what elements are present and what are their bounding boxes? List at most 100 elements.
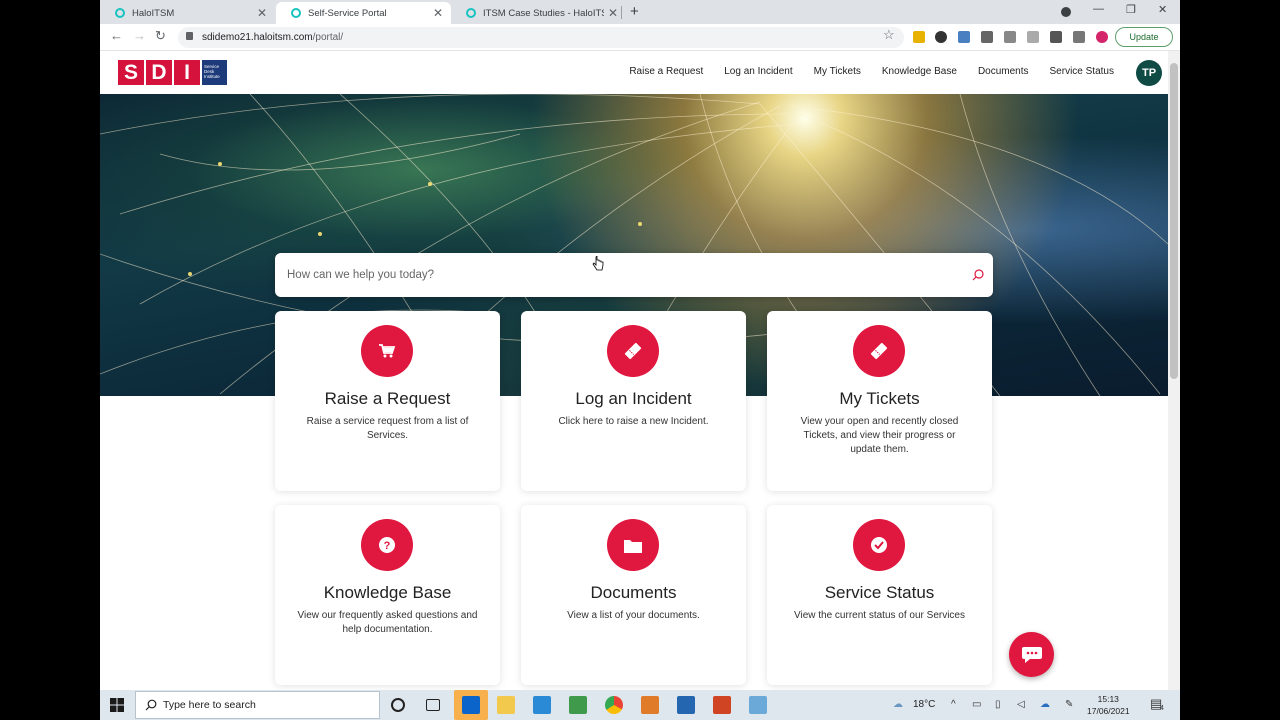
tab-haloitsm[interactable]: HaloITSM ✕ xyxy=(100,2,275,24)
card-description: Raise a service request from a list of S… xyxy=(306,416,469,441)
address-bar[interactable]: sdidemo21.haloitsm.com/portal/ xyxy=(178,27,904,48)
ticket-icon xyxy=(870,342,888,360)
sdi-logo[interactable]: S D I Service Desk Institute xyxy=(118,60,227,85)
card-knowledge-base[interactable]: ? Knowledge Base View our frequently ask… xyxy=(275,505,500,685)
extension-a-icon[interactable] xyxy=(981,31,993,43)
nav-my-tickets[interactable]: My Tickets xyxy=(814,66,861,77)
bookmark-star-icon[interactable]: ☆ xyxy=(883,27,895,43)
teams-icon[interactable] xyxy=(533,696,551,714)
halo-favicon-icon xyxy=(466,8,476,18)
card-title: Service Status xyxy=(824,583,935,602)
url-host: sdidemo21.haloitsm.com xyxy=(202,32,313,43)
network-icon[interactable]: ▯ xyxy=(995,699,1001,710)
logo-letter: I xyxy=(174,60,200,85)
powerpoint-icon[interactable] xyxy=(713,696,731,714)
extension-mail-icon[interactable] xyxy=(913,31,925,43)
card-description: View the current status of our Services xyxy=(793,610,965,621)
notification-count: 4 xyxy=(1160,705,1164,712)
logo-letter: D xyxy=(146,60,172,85)
mail-icon[interactable] xyxy=(677,696,695,714)
close-tab-icon[interactable]: ✕ xyxy=(257,6,267,20)
card-icon-circle xyxy=(361,325,413,377)
chat-button[interactable] xyxy=(1009,632,1054,677)
chevron-up-icon[interactable]: ^ xyxy=(951,699,956,710)
close-window-icon[interactable]: ✕ xyxy=(1158,3,1167,16)
card-title: Knowledge Base xyxy=(323,583,452,602)
plus-icon[interactable]: + xyxy=(630,3,639,20)
nav-documents[interactable]: Documents xyxy=(978,66,1029,77)
card-documents[interactable]: Documents View a list of your documents. xyxy=(521,505,746,685)
pen-icon[interactable]: ✎ xyxy=(1065,699,1073,710)
card-description: Click here to raise a new Incident. xyxy=(558,416,709,427)
weather-icon[interactable]: ☁ xyxy=(893,699,903,710)
chat-bubble-icon xyxy=(1021,646,1042,663)
tab-self-service-portal[interactable]: Self-Service Portal ✕ xyxy=(276,2,451,24)
tab-label: Self-Service Portal xyxy=(308,7,387,19)
extension-reader-icon[interactable] xyxy=(958,31,970,43)
taskbar-clock[interactable]: 15:13 17/06/2021 xyxy=(1087,693,1130,717)
extensions-puzzle-icon[interactable] xyxy=(1050,31,1062,43)
nav-raise-request[interactable]: Raise a Request xyxy=(629,66,703,77)
excel-icon[interactable] xyxy=(569,696,587,714)
task-view-icon[interactable] xyxy=(426,699,440,711)
taskbar-search-box xyxy=(135,691,380,719)
outlook-icon xyxy=(462,696,480,714)
lock-icon xyxy=(186,32,193,40)
search-input[interactable] xyxy=(287,253,957,297)
battery-icon[interactable]: ▭ xyxy=(972,699,981,710)
restore-icon[interactable]: ❐ xyxy=(1126,3,1136,16)
card-icon-circle xyxy=(853,519,905,571)
card-icon-circle xyxy=(853,325,905,377)
onedrive-icon[interactable]: ☁ xyxy=(1040,699,1050,710)
card-my-tickets[interactable]: My Tickets View your open and recently c… xyxy=(767,311,992,491)
close-tab-icon[interactable]: ✕ xyxy=(608,6,618,20)
volume-icon[interactable]: ◁ xyxy=(1017,699,1025,710)
card-raise-request[interactable]: Raise a Request Raise a service request … xyxy=(275,311,500,491)
check-circle-icon xyxy=(871,537,887,553)
extension-camera-icon[interactable] xyxy=(1004,31,1016,43)
tab-strip: HaloITSM ✕ Self-Service Portal ✕ ITSM Ca… xyxy=(100,0,1180,24)
search-icon xyxy=(145,699,157,711)
card-service-status[interactable]: Service Status View the current status o… xyxy=(767,505,992,685)
portal-page: S D I Service Desk Institute Raise a Req… xyxy=(100,51,1168,690)
page-scrollbar[interactable] xyxy=(1168,51,1180,690)
tab-itsm-case-studies[interactable]: ITSM Case Studies - HaloITSM ✕ xyxy=(451,2,626,24)
tab-search-icon[interactable] xyxy=(1061,7,1071,17)
windows-start-icon[interactable] xyxy=(110,698,124,712)
reload-icon[interactable]: ↻ xyxy=(155,28,166,44)
browser-window: HaloITSM ✕ Self-Service Portal ✕ ITSM Ca… xyxy=(100,0,1180,690)
windows-taskbar: ☁ 18°C ^ ▭ ▯ ◁ ☁ ✎ 15:13 17/06/2021 ▤ 4 xyxy=(100,690,1180,720)
scrollbar-thumb[interactable] xyxy=(1170,63,1178,379)
site-header: S D I Service Desk Institute Raise a Req… xyxy=(100,51,1168,94)
user-avatar[interactable]: TP xyxy=(1136,60,1162,86)
hand-cursor-icon xyxy=(592,256,604,271)
card-log-incident[interactable]: Log an Incident Click here to raise a ne… xyxy=(521,311,746,491)
card-title: Log an Incident xyxy=(575,389,692,408)
search-icon[interactable] xyxy=(971,268,985,282)
tab-label: HaloITSM xyxy=(132,7,175,19)
nav-log-incident[interactable]: Log an Incident xyxy=(724,66,792,77)
temperature-text[interactable]: 18°C xyxy=(913,699,935,710)
svg-text:?: ? xyxy=(384,540,391,552)
update-button[interactable]: Update xyxy=(1115,27,1173,47)
snowflake-app-icon[interactable] xyxy=(749,696,767,714)
cortana-icon[interactable] xyxy=(391,698,405,712)
outlook-taskbar-app[interactable] xyxy=(454,690,488,720)
cast-icon[interactable] xyxy=(1073,31,1085,43)
file-explorer-icon[interactable] xyxy=(497,696,515,714)
card-title: Raise a Request xyxy=(324,389,451,408)
taskbar-search-input[interactable] xyxy=(163,692,373,718)
nav-knowledge-base[interactable]: Knowledge Base xyxy=(882,66,957,77)
extension-k-icon[interactable] xyxy=(1027,31,1039,43)
extension-circle-icon[interactable] xyxy=(935,31,947,43)
url-text: sdidemo21.haloitsm.com/portal/ xyxy=(202,32,343,43)
forward-icon[interactable]: → xyxy=(133,28,146,43)
minimize-icon[interactable]: — xyxy=(1093,3,1104,15)
close-tab-icon[interactable]: ✕ xyxy=(433,6,443,20)
profile-avatar-icon[interactable] xyxy=(1096,31,1108,43)
chrome-icon[interactable] xyxy=(605,696,623,714)
back-icon[interactable]: ← xyxy=(110,28,123,43)
nav-service-status[interactable]: Service Status xyxy=(1050,66,1114,77)
app-compass-icon[interactable] xyxy=(641,696,659,714)
card-icon-circle: ? xyxy=(361,519,413,571)
